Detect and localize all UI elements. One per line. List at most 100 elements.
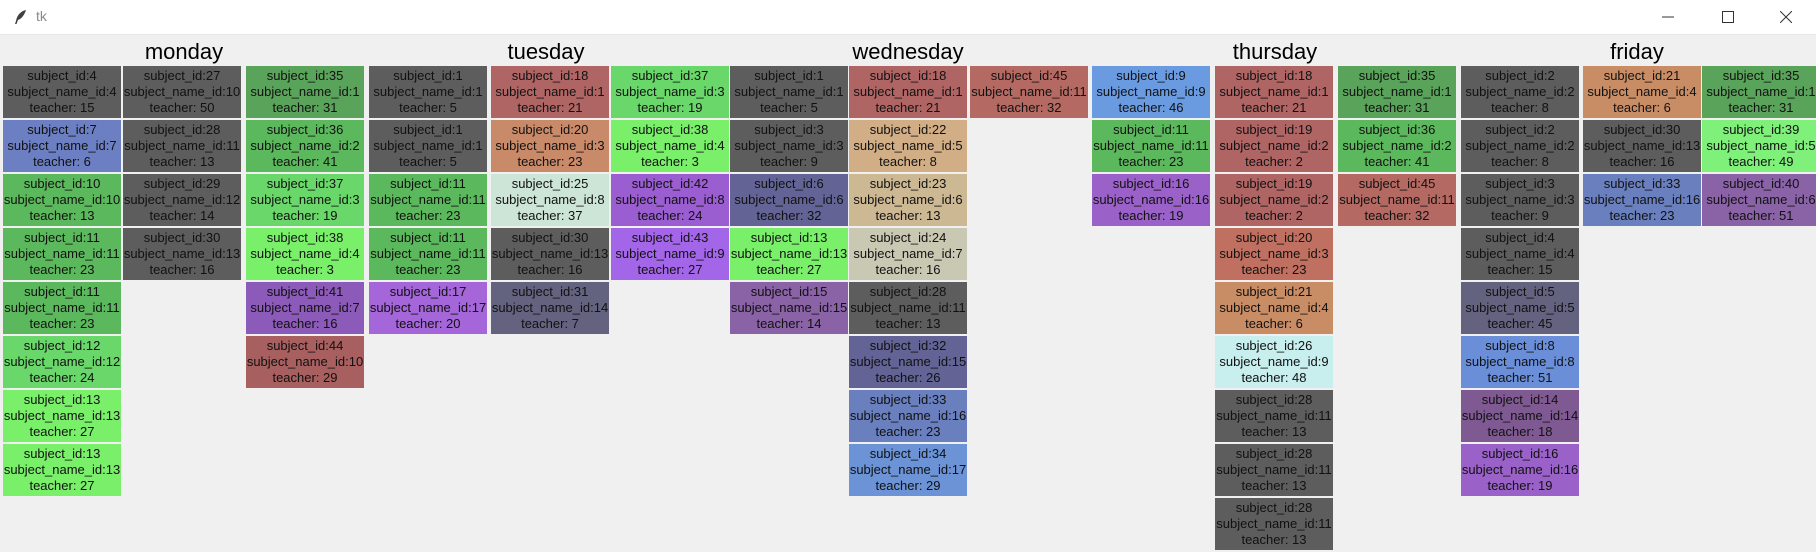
schedule-cell[interactable]: subject_id:16 subject_name_id:16 teacher: … xyxy=(1092,174,1210,226)
schedule-cell[interactable]: subject_id:11 subject_name_id:11 teacher: … xyxy=(3,228,121,280)
schedule-cell[interactable]: subject_id:13 subject_name_id:13 teacher: … xyxy=(730,228,848,280)
schedule-cell[interactable]: subject_id:30 subject_name_id:13 teacher: … xyxy=(1583,120,1701,172)
schedule-cell[interactable]: subject_id:11 subject_name_id:11 teacher: … xyxy=(369,228,487,280)
schedule-cell[interactable]: subject_id:26 subject_name_id:9 teacher: 4… xyxy=(1215,336,1333,388)
schedule-cell[interactable]: subject_id:17 subject_name_id:17 teacher: … xyxy=(369,282,487,334)
subject-name-label: subject_name_id:4 xyxy=(1219,300,1329,315)
teacher-label: teacher: 29 xyxy=(272,370,338,385)
schedule-cell[interactable]: subject_id:11 subject_name_id:11 teacher: … xyxy=(369,174,487,226)
schedule-cell[interactable]: subject_id:39 subject_name_id:5 teacher: 4… xyxy=(1702,120,1816,172)
schedule-cell[interactable]: subject_id:15 subject_name_id:15 teacher: … xyxy=(730,282,848,334)
teacher-label: teacher: 48 xyxy=(1241,370,1307,385)
schedule-cell[interactable]: subject_id:30 subject_name_id:13 teacher: … xyxy=(123,228,241,280)
schedule-cell[interactable]: subject_id:45 subject_name_id:11 teacher: … xyxy=(970,66,1088,118)
schedule-cell[interactable]: subject_id:35 subject_name_id:1 teacher: 3… xyxy=(1338,66,1456,118)
schedule-cell[interactable]: subject_id:18 subject_name_id:1 teacher: 2… xyxy=(1215,66,1333,118)
subject-id-label: subject_id:3 xyxy=(754,122,824,137)
teacher-label: teacher: 20 xyxy=(395,316,461,331)
schedule-cell[interactable]: subject_id:36 subject_name_id:2 teacher: 4… xyxy=(1338,120,1456,172)
schedule-cell[interactable]: subject_id:40 subject_name_id:6 teacher: 5… xyxy=(1702,174,1816,226)
schedule-cell[interactable]: subject_id:13 subject_name_id:13 teacher: … xyxy=(3,444,121,496)
schedule-cell[interactable]: subject_id:14 subject_name_id:14 teacher: … xyxy=(1461,390,1579,442)
schedule-cell[interactable]: subject_id:45 subject_name_id:11 teacher: … xyxy=(1338,174,1456,226)
schedule-cell[interactable]: subject_id:28 subject_name_id:11 teacher: … xyxy=(123,120,241,172)
schedule-cell[interactable]: subject_id:36 subject_name_id:2 teacher: 4… xyxy=(246,120,364,172)
schedule-cell[interactable]: subject_id:41 subject_name_id:7 teacher: 1… xyxy=(246,282,364,334)
schedule-cell[interactable]: subject_id:31 subject_name_id:14 teacher: … xyxy=(491,282,609,334)
subject-name-label: subject_name_id:2 xyxy=(1465,138,1575,153)
schedule-cell[interactable]: subject_id:6 subject_name_id:6 teacher: 32 xyxy=(730,174,848,226)
teacher-label: teacher: 13 xyxy=(875,316,941,331)
schedule-cell[interactable]: subject_id:11 subject_name_id:11 teacher: … xyxy=(1092,120,1210,172)
schedule-cell[interactable]: subject_id:8 subject_name_id:8 teacher: 51 xyxy=(1461,336,1579,388)
schedule-cell[interactable]: subject_id:34 subject_name_id:17 teacher: … xyxy=(849,444,967,496)
schedule-cell[interactable]: subject_id:22 subject_name_id:5 teacher: 8 xyxy=(849,120,967,172)
schedule-cell[interactable]: subject_id:5 subject_name_id:5 teacher: 45 xyxy=(1461,282,1579,334)
schedule-cell[interactable]: subject_id:33 subject_name_id:16 teacher: … xyxy=(1583,174,1701,226)
subject-name-label: subject_name_id:8 xyxy=(1465,354,1575,369)
schedule-cell[interactable]: subject_id:28 subject_name_id:11 teacher: … xyxy=(1215,390,1333,442)
subject-name-label: subject_name_id:6 xyxy=(734,192,844,207)
schedule-cell[interactable]: subject_id:44 subject_name_id:10 teacher: … xyxy=(246,336,364,388)
schedule-cell[interactable]: subject_id:38 subject_name_id:4 teacher: 3 xyxy=(611,120,729,172)
schedule-cell[interactable]: subject_id:43 subject_name_id:9 teacher: 2… xyxy=(611,228,729,280)
schedule-cell[interactable]: subject_id:35 subject_name_id:1 teacher: 3… xyxy=(1702,66,1816,118)
subject-id-label: subject_id:9 xyxy=(1116,68,1186,83)
schedule-cell[interactable]: subject_id:19 subject_name_id:2 teacher: 2 xyxy=(1215,174,1333,226)
schedule-cell[interactable]: subject_id:33 subject_name_id:16 teacher: … xyxy=(849,390,967,442)
teacher-label: teacher: 19 xyxy=(1118,208,1184,223)
teacher-label: teacher: 23 xyxy=(1609,208,1675,223)
schedule-cell[interactable]: subject_id:11 subject_name_id:11 teacher: … xyxy=(3,282,121,334)
maximize-button[interactable] xyxy=(1701,0,1756,34)
schedule-cell[interactable]: subject_id:18 subject_name_id:1 teacher: 2… xyxy=(849,66,967,118)
schedule-cell[interactable]: subject_id:20 subject_name_id:3 teacher: 2… xyxy=(1215,228,1333,280)
schedule-cell[interactable]: subject_id:9 subject_name_id:9 teacher: 46 xyxy=(1092,66,1210,118)
schedule-cell[interactable]: subject_id:1 subject_name_id:1 teacher: 5 xyxy=(730,66,848,118)
schedule-cell[interactable]: subject_id:4 subject_name_id:4 teacher: 15 xyxy=(1461,228,1579,280)
schedule-cell[interactable]: subject_id:18 subject_name_id:1 teacher: 2… xyxy=(491,66,609,118)
schedule-cell[interactable]: subject_id:28 subject_name_id:11 teacher: … xyxy=(1215,498,1333,550)
close-button[interactable] xyxy=(1759,0,1814,34)
schedule-cell[interactable]: subject_id:3 subject_name_id:3 teacher: 9 xyxy=(1461,174,1579,226)
schedule-cell[interactable]: subject_id:37 subject_name_id:3 teacher: 1… xyxy=(246,174,364,226)
schedule-cell[interactable]: subject_id:28 subject_name_id:11 teacher: … xyxy=(849,282,967,334)
schedule-cell[interactable]: subject_id:35 subject_name_id:1 teacher: 3… xyxy=(246,66,364,118)
schedule-cell[interactable]: subject_id:38 subject_name_id:4 teacher: 3 xyxy=(246,228,364,280)
schedule-cell[interactable]: subject_id:23 subject_name_id:6 teacher: 1… xyxy=(849,174,967,226)
schedule-cell[interactable]: subject_id:24 subject_name_id:7 teacher: 1… xyxy=(849,228,967,280)
minimize-button[interactable] xyxy=(1641,0,1696,34)
schedule-cell[interactable]: subject_id:1 subject_name_id:1 teacher: 5 xyxy=(369,66,487,118)
schedule-cell[interactable]: subject_id:25 subject_name_id:8 teacher: 3… xyxy=(491,174,609,226)
schedule-cell[interactable]: subject_id:19 subject_name_id:2 teacher: 2 xyxy=(1215,120,1333,172)
teacher-label: teacher: 16 xyxy=(1609,154,1675,169)
subject-id-label: subject_id:5 xyxy=(1485,284,1555,299)
schedule-cell[interactable]: subject_id:7 subject_name_id:7 teacher: 6 xyxy=(3,120,121,172)
teacher-label: teacher: 23 xyxy=(29,316,95,331)
schedule-cell[interactable]: subject_id:21 subject_name_id:4 teacher: 6 xyxy=(1583,66,1701,118)
schedule-cell[interactable]: subject_id:32 subject_name_id:15 teacher: … xyxy=(849,336,967,388)
schedule-cell[interactable]: subject_id:12 subject_name_id:12 teacher: … xyxy=(3,336,121,388)
schedule-cell[interactable]: subject_id:42 subject_name_id:8 teacher: 2… xyxy=(611,174,729,226)
schedule-cell[interactable]: subject_id:2 subject_name_id:2 teacher: 8 xyxy=(1461,120,1579,172)
day-header-thursday: thursday xyxy=(1232,39,1318,64)
schedule-cell[interactable]: subject_id:16 subject_name_id:16 teacher: … xyxy=(1461,444,1579,496)
schedule-cell[interactable]: subject_id:3 subject_name_id:3 teacher: 9 xyxy=(730,120,848,172)
subject-id-label: subject_id:30 xyxy=(1603,122,1681,137)
schedule-cell[interactable]: subject_id:13 subject_name_id:13 teacher: … xyxy=(3,390,121,442)
schedule-cell[interactable]: subject_id:10 subject_name_id:10 teacher: … xyxy=(3,174,121,226)
schedule-cell[interactable]: subject_id:28 subject_name_id:11 teacher: … xyxy=(1215,444,1333,496)
schedule-cell[interactable]: subject_id:20 subject_name_id:3 teacher: 2… xyxy=(491,120,609,172)
schedule-cell[interactable]: subject_id:29 subject_name_id:12 teacher: … xyxy=(123,174,241,226)
subject-name-label: subject_name_id:11 xyxy=(124,138,240,153)
teacher-label: teacher: 19 xyxy=(637,100,703,115)
schedule-cell[interactable]: subject_id:2 subject_name_id:2 teacher: 8 xyxy=(1461,66,1579,118)
schedule-cell[interactable]: subject_id:4 subject_name_id:4 teacher: 15 xyxy=(3,66,121,118)
schedule-cell[interactable]: subject_id:1 subject_name_id:1 teacher: 5 xyxy=(369,120,487,172)
teacher-label: teacher: 15 xyxy=(29,100,95,115)
teacher-label: teacher: 27 xyxy=(29,424,95,439)
schedule-cell[interactable]: subject_id:27 subject_name_id:10 teacher: … xyxy=(123,66,241,118)
teacher-label: teacher: 6 xyxy=(33,154,91,169)
schedule-cell[interactable]: subject_id:21 subject_name_id:4 teacher: 6 xyxy=(1215,282,1333,334)
schedule-cell[interactable]: subject_id:37 subject_name_id:3 teacher: 1… xyxy=(611,66,729,118)
schedule-cell[interactable]: subject_id:30 subject_name_id:13 teacher: … xyxy=(491,228,609,280)
